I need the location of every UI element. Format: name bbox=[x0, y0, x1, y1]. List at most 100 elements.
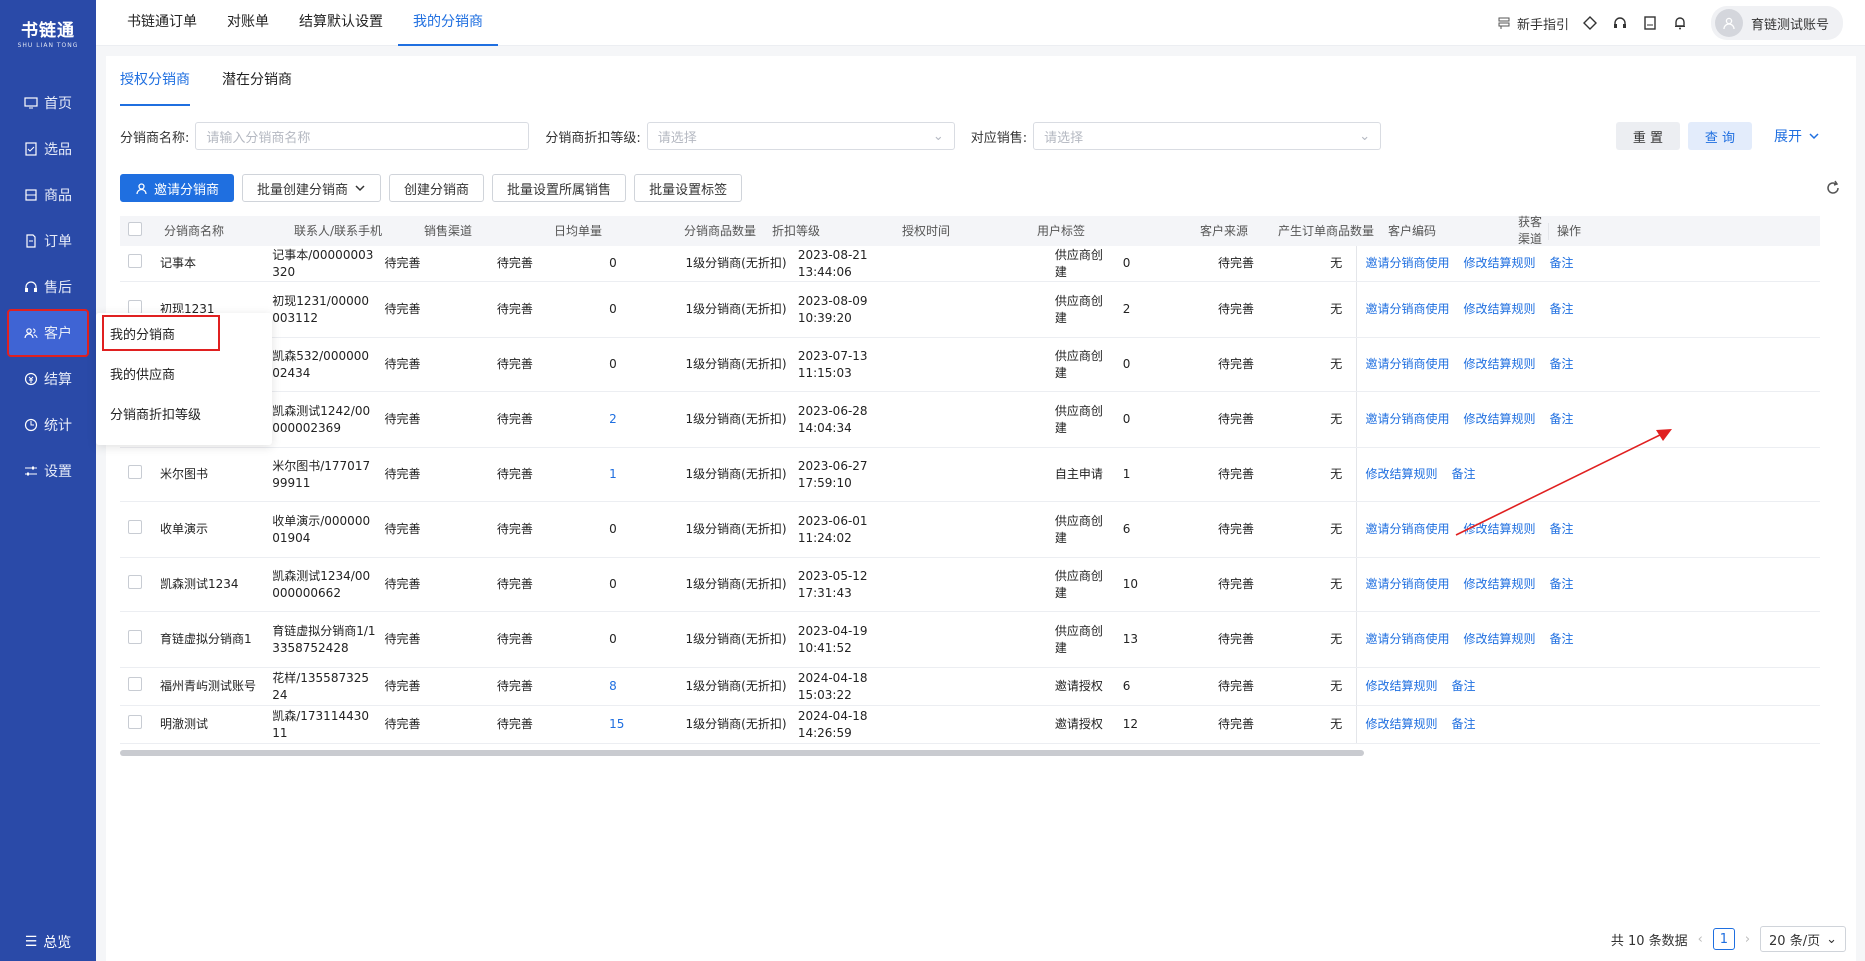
refresh-icon[interactable] bbox=[1824, 179, 1842, 197]
row-action-link[interactable]: 修改结算规则 bbox=[1464, 356, 1536, 373]
table-cell: 2023-06-01 11:24:02 bbox=[797, 513, 868, 545]
row-action-link[interactable]: 修改结算规则 bbox=[1464, 631, 1536, 648]
table-cell: 0 bbox=[609, 256, 617, 270]
row-action-link[interactable]: 备注 bbox=[1452, 678, 1476, 695]
row-action-link[interactable]: 邀请分销商使用 bbox=[1365, 521, 1449, 538]
sub-tab-0[interactable]: 授权分销商 bbox=[120, 56, 190, 106]
overview-button[interactable]: ☰ 总览 bbox=[0, 927, 96, 957]
row-action-link[interactable]: 备注 bbox=[1550, 255, 1574, 272]
table-cell[interactable]: 15 bbox=[605, 716, 681, 733]
row-action-link[interactable]: 邀请分销商使用 bbox=[1365, 301, 1449, 318]
sidebar-item-2[interactable]: 商品 bbox=[0, 172, 96, 218]
row-checkbox[interactable] bbox=[120, 520, 156, 539]
sub-tab-1[interactable]: 潜在分销商 bbox=[222, 56, 292, 106]
sidebar-item-8[interactable]: 设置 bbox=[0, 448, 96, 494]
row-checkbox[interactable] bbox=[120, 677, 156, 696]
table-cell[interactable]: 2 bbox=[605, 411, 681, 428]
next-page-icon[interactable]: › bbox=[1745, 932, 1750, 947]
diamond-icon[interactable] bbox=[1581, 14, 1599, 32]
table-cell: 待完善 bbox=[384, 577, 421, 591]
row-action-link[interactable]: 备注 bbox=[1452, 466, 1476, 483]
bell-icon[interactable] bbox=[1671, 14, 1689, 32]
sidebar-item-0[interactable]: 首页 bbox=[0, 80, 96, 126]
column-header: 客户来源 bbox=[1200, 223, 1249, 238]
top-tab-2[interactable]: 结算默认设置 bbox=[284, 0, 398, 46]
row-action-link[interactable]: 修改结算规则 bbox=[1464, 255, 1536, 272]
table-cell[interactable]: 8 bbox=[605, 678, 681, 695]
table-cell: 1级分销商(无折扣) bbox=[685, 357, 787, 371]
select-all-checkbox[interactable] bbox=[120, 221, 160, 241]
prev-page-icon[interactable]: ‹ bbox=[1698, 932, 1703, 947]
row-action-link[interactable]: 备注 bbox=[1550, 301, 1574, 318]
table-cell[interactable]: 1 bbox=[605, 466, 681, 483]
row-checkbox[interactable] bbox=[120, 254, 156, 273]
reset-button[interactable]: 重 置 bbox=[1616, 122, 1680, 150]
page-number[interactable]: 1 bbox=[1712, 928, 1735, 950]
batch-tags-button[interactable]: 批量设置标签 bbox=[634, 174, 743, 202]
discount-level-select[interactable]: 请选择 ⌄ bbox=[646, 122, 955, 150]
row-checkbox[interactable] bbox=[120, 575, 156, 594]
table-cell: 待完善 bbox=[1217, 679, 1254, 693]
row-action-link[interactable]: 修改结算规则 bbox=[1365, 716, 1437, 733]
table-cell: 待完善 bbox=[496, 717, 533, 731]
row-action-link[interactable]: 修改结算规则 bbox=[1464, 411, 1536, 428]
row-action-link[interactable]: 备注 bbox=[1550, 521, 1574, 538]
row-actions: 邀请分销商使用 修改结算规则 备注 bbox=[1356, 502, 1820, 557]
row-checkbox[interactable] bbox=[120, 465, 156, 484]
row-checkbox[interactable] bbox=[120, 715, 156, 734]
row-action-link[interactable]: 备注 bbox=[1550, 411, 1574, 428]
row-action-link[interactable]: 备注 bbox=[1550, 576, 1574, 593]
row-action-link[interactable]: 邀请分销商使用 bbox=[1365, 631, 1449, 648]
top-tab-3[interactable]: 我的分销商 bbox=[398, 0, 498, 46]
row-action-link[interactable]: 邀请分销商使用 bbox=[1365, 255, 1449, 272]
page-size-select[interactable]: 20 条/页 ⌄ bbox=[1760, 926, 1846, 952]
row-action-link[interactable]: 修改结算规则 bbox=[1464, 301, 1536, 318]
submenu-item-2[interactable]: 分销商折扣等级 bbox=[96, 393, 272, 433]
table-header: 分销商名称 联系人/联系手机 销售渠道 日均单量 分销商品数量 折扣等级 授权时间 用户标签 客… bbox=[120, 215, 1820, 246]
account-name: 育链测试账号 bbox=[1750, 17, 1829, 33]
create-distributor-button[interactable]: 创建分销商 bbox=[389, 174, 485, 202]
sidebar-item-6[interactable]: 结算 bbox=[0, 356, 96, 402]
row-action-link[interactable]: 邀请分销商使用 bbox=[1365, 411, 1449, 428]
top-tab-1[interactable]: 对账单 bbox=[212, 0, 284, 46]
table-cell: 待完善 bbox=[496, 357, 533, 371]
account-menu[interactable]: 育链测试账号 bbox=[1710, 6, 1843, 40]
sidebar-item-3[interactable]: 订单 bbox=[0, 218, 96, 264]
row-action-link[interactable]: 修改结算规则 bbox=[1464, 576, 1536, 593]
sidebar-item-5[interactable]: 客户 bbox=[7, 309, 89, 357]
table-cell: 待完善 bbox=[496, 632, 533, 646]
invite-distributor-button[interactable]: 邀请分销商 bbox=[120, 174, 235, 202]
row-checkbox[interactable] bbox=[120, 630, 156, 649]
table-cell: 无 bbox=[1330, 577, 1343, 591]
row-action-link[interactable]: 修改结算规则 bbox=[1464, 521, 1536, 538]
guide-link[interactable]: 新手指引 bbox=[1497, 14, 1569, 33]
sidebar-item-4[interactable]: 售后 bbox=[0, 264, 96, 310]
table-cell: 待完善 bbox=[496, 256, 533, 270]
row-action-link[interactable]: 备注 bbox=[1452, 716, 1476, 733]
submenu-item-1[interactable]: 我的供应商 bbox=[96, 353, 272, 393]
table-cell: 自主申请 bbox=[1054, 467, 1103, 481]
query-button[interactable]: 查 询 bbox=[1688, 122, 1752, 150]
sales-placeholder: 请选择 bbox=[1044, 130, 1084, 146]
document-icon bbox=[24, 234, 38, 248]
user-group-icon bbox=[24, 326, 38, 340]
sidebar-item-1[interactable]: 选品 bbox=[0, 126, 96, 172]
row-action-link[interactable]: 修改结算规则 bbox=[1365, 678, 1437, 695]
top-tab-0[interactable]: 书链通订单 bbox=[112, 0, 212, 46]
message-icon[interactable] bbox=[1641, 14, 1659, 32]
row-action-link[interactable]: 备注 bbox=[1550, 356, 1574, 373]
submenu-item-0[interactable]: 我的分销商 bbox=[100, 313, 222, 353]
batch-create-button[interactable]: 批量创建分销商 bbox=[242, 174, 382, 202]
horizontal-scrollbar[interactable] bbox=[120, 750, 1364, 756]
row-action-link[interactable]: 邀请分销商使用 bbox=[1365, 356, 1449, 373]
table-cell: 1级分销商(无折扣) bbox=[685, 467, 787, 481]
row-action-link[interactable]: 邀请分销商使用 bbox=[1365, 576, 1449, 593]
sidebar-item-7[interactable]: 统计 bbox=[0, 402, 96, 448]
distributor-name-input[interactable]: 请输入分销商名称 bbox=[195, 122, 530, 150]
headset-icon[interactable] bbox=[1611, 14, 1629, 32]
expand-toggle[interactable]: 展开 bbox=[1774, 122, 1820, 150]
row-action-link[interactable]: 备注 bbox=[1550, 631, 1574, 648]
batch-sales-button[interactable]: 批量设置所属销售 bbox=[492, 174, 627, 202]
sales-select[interactable]: 请选择 ⌄ bbox=[1033, 122, 1382, 150]
row-action-link[interactable]: 修改结算规则 bbox=[1365, 466, 1437, 483]
